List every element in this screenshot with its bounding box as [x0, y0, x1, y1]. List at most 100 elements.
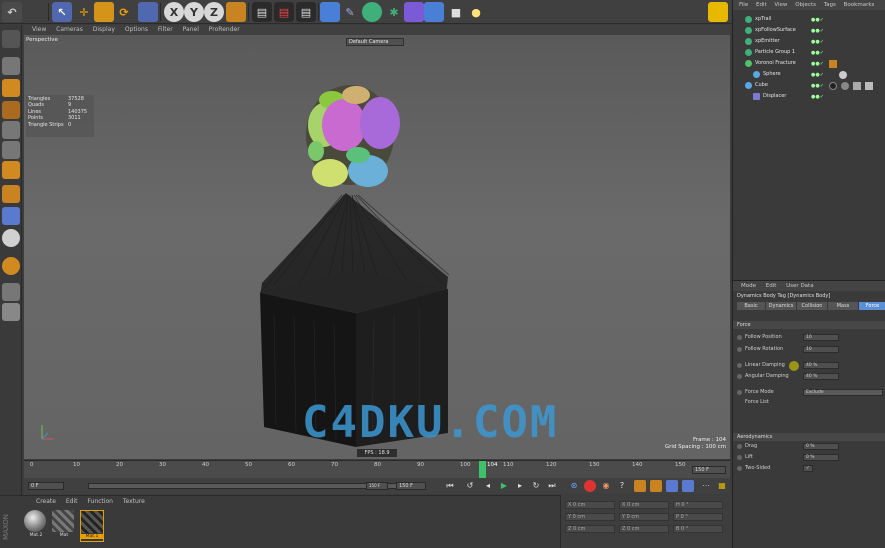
object-row-cube[interactable]: Cube ●●✓	[733, 80, 885, 91]
perspective-viewport[interactable]: Perspective Default Camera Triangles 3752…	[24, 35, 730, 459]
material-menu-texture[interactable]: Texture	[123, 498, 145, 505]
polygons-mode-icon[interactable]	[2, 161, 20, 179]
next-key-icon[interactable]: ↻	[530, 480, 542, 492]
timeline-layout-icon[interactable]: ▦	[716, 480, 728, 492]
aerodynamics-section-header[interactable]: Aerodynamics	[733, 433, 885, 441]
make-editable-icon[interactable]	[2, 30, 20, 48]
object-menu-tags[interactable]: Tags	[824, 2, 836, 8]
object-menu-objects[interactable]: Objects	[795, 2, 816, 8]
y-axis-icon[interactable]: Y	[184, 2, 204, 22]
viewport-menu-display[interactable]: Display	[93, 26, 115, 33]
tab-basic[interactable]: Basic	[737, 302, 765, 310]
locked-workplane-icon[interactable]	[2, 257, 20, 275]
viewport-menu-prorender[interactable]: ProRender	[209, 26, 240, 33]
follow-rotation-row[interactable]: Follow Rotation 10	[735, 345, 885, 354]
coord-size-x[interactable]: X 0 cm	[619, 501, 669, 509]
x-axis-icon[interactable]: X	[164, 2, 184, 22]
prev-key-icon[interactable]: ↺	[464, 480, 476, 492]
max-frame-field[interactable]: 150 F	[396, 482, 426, 490]
scale-icon[interactable]	[94, 2, 114, 22]
pen-spline-icon[interactable]: ✎	[340, 2, 360, 22]
two-sided-row[interactable]: Two-Sided ✓	[735, 464, 885, 473]
viewport-menu-panel[interactable]: Panel	[183, 26, 199, 33]
scale-key-icon[interactable]	[650, 480, 662, 492]
attribute-menu-edit[interactable]: Edit	[766, 283, 777, 289]
tab-dynamics[interactable]: Dynamics	[766, 302, 796, 310]
rotation-key-icon[interactable]	[666, 480, 678, 492]
force-section-header[interactable]: Force	[733, 321, 885, 329]
follow-position-row[interactable]: Follow Position 10	[735, 333, 885, 342]
end-frame-field[interactable]: 150 F	[692, 466, 726, 474]
z-axis-icon[interactable]: Z	[204, 2, 224, 22]
force-list-row[interactable]: Force List	[735, 398, 885, 407]
material-item[interactable]: Mat.2	[24, 510, 48, 542]
tweak-mode-icon[interactable]	[2, 207, 20, 225]
coordinate-system-icon[interactable]	[226, 2, 246, 22]
linear-damping-row[interactable]: Linear Damping 40 %	[735, 361, 885, 370]
attribute-menu-user-data[interactable]: User Data	[786, 283, 813, 289]
material-menu-create[interactable]: Create	[36, 498, 56, 505]
texture-mode-icon[interactable]	[2, 79, 20, 97]
subdivision-icon[interactable]	[362, 2, 382, 22]
light-icon[interactable]: ●	[466, 2, 486, 22]
force-mode-row[interactable]: Force Mode Exclude	[735, 388, 885, 397]
tab-mass[interactable]: Mass	[828, 302, 858, 310]
play-icon[interactable]: ▶	[498, 480, 510, 492]
object-row-voronoi-fracture[interactable]: Voronoi Fracture ●●✓	[733, 58, 885, 69]
axis-mode-icon[interactable]	[2, 185, 20, 203]
lift-row[interactable]: Lift 0 %	[735, 453, 885, 462]
angular-damping-row[interactable]: Angular Damping 40 %	[735, 372, 885, 381]
camera-icon[interactable]: ■	[446, 2, 466, 22]
autokey-icon[interactable]: ◉	[600, 480, 612, 492]
layout-icon[interactable]	[708, 2, 728, 22]
object-menu-bookmarks[interactable]: Bookmarks	[844, 2, 875, 8]
viewport-menu-cameras[interactable]: Cameras	[56, 26, 83, 33]
drag-row[interactable]: Drag 0 %	[735, 442, 885, 451]
coord-pos-z[interactable]: Z 0 cm	[565, 525, 615, 533]
prev-frame-icon[interactable]: ◂	[482, 480, 494, 492]
viewport-menu-options[interactable]: Options	[125, 26, 148, 33]
timeline-ruler[interactable]: 0 10 20 30 40 50 60 70 80 90 100 110 120…	[24, 460, 730, 478]
object-row-xpemitter[interactable]: xpEmitter ●●✓	[733, 36, 885, 47]
tab-force[interactable]: Force	[859, 302, 885, 310]
coord-size-y[interactable]: Y 0 cm	[619, 513, 669, 521]
coord-size-z[interactable]: Z 0 cm	[619, 525, 669, 533]
material-menu-edit[interactable]: Edit	[66, 498, 78, 505]
attribute-menu-mode[interactable]: Mode	[741, 283, 756, 289]
render-picture-viewer-icon[interactable]: ▤	[274, 2, 294, 22]
coord-rot-b[interactable]: B 0 °	[673, 525, 723, 533]
object-menu-view[interactable]: View	[774, 2, 787, 8]
recent-tool-icon[interactable]	[138, 2, 158, 22]
playhead[interactable]	[479, 461, 486, 478]
point-level-icon[interactable]: ⋯	[700, 480, 712, 492]
model-mode-icon[interactable]	[2, 57, 20, 75]
coord-pos-x[interactable]: X 0 cm	[565, 501, 615, 509]
material-item[interactable]: Mat	[52, 510, 76, 542]
points-mode-icon[interactable]	[2, 121, 20, 139]
tab-collision[interactable]: Collision	[797, 302, 827, 310]
snap-icon[interactable]	[2, 229, 20, 247]
solo-icon[interactable]	[2, 303, 20, 321]
object-row-xptrail[interactable]: xpTrail ●●✓	[733, 14, 885, 25]
coord-pos-y[interactable]: Y 0 cm	[565, 513, 615, 521]
next-frame-icon[interactable]: ▸	[514, 480, 526, 492]
object-menu-file[interactable]: File	[739, 2, 748, 8]
goto-start-icon[interactable]: ⏮	[444, 480, 456, 492]
deformer-icon[interactable]	[404, 2, 424, 22]
material-menu-function[interactable]: Function	[87, 498, 113, 505]
cube-primitive-icon[interactable]	[320, 2, 340, 22]
object-row-particle-group[interactable]: Particle Group 1 ●●✓	[733, 47, 885, 58]
motion-record-icon[interactable]: ⊛	[568, 480, 580, 492]
move-icon[interactable]: ✛	[74, 2, 94, 22]
viewport-menu-filter[interactable]: Filter	[158, 26, 173, 33]
rotate-icon[interactable]: ⟳	[114, 2, 134, 22]
param-key-icon[interactable]	[682, 480, 694, 492]
workplane-icon[interactable]	[2, 101, 20, 119]
goto-end-icon[interactable]: ⏭	[546, 480, 558, 492]
select-arrow-icon[interactable]: ↖	[52, 2, 72, 22]
floor-scene-icon[interactable]	[424, 2, 444, 22]
planar-workplane-icon[interactable]	[2, 283, 20, 301]
array-generator-icon[interactable]: ✱	[384, 2, 404, 22]
start-frame-field[interactable]: 0 F	[28, 482, 64, 490]
render-view-icon[interactable]: ▤	[252, 2, 272, 22]
